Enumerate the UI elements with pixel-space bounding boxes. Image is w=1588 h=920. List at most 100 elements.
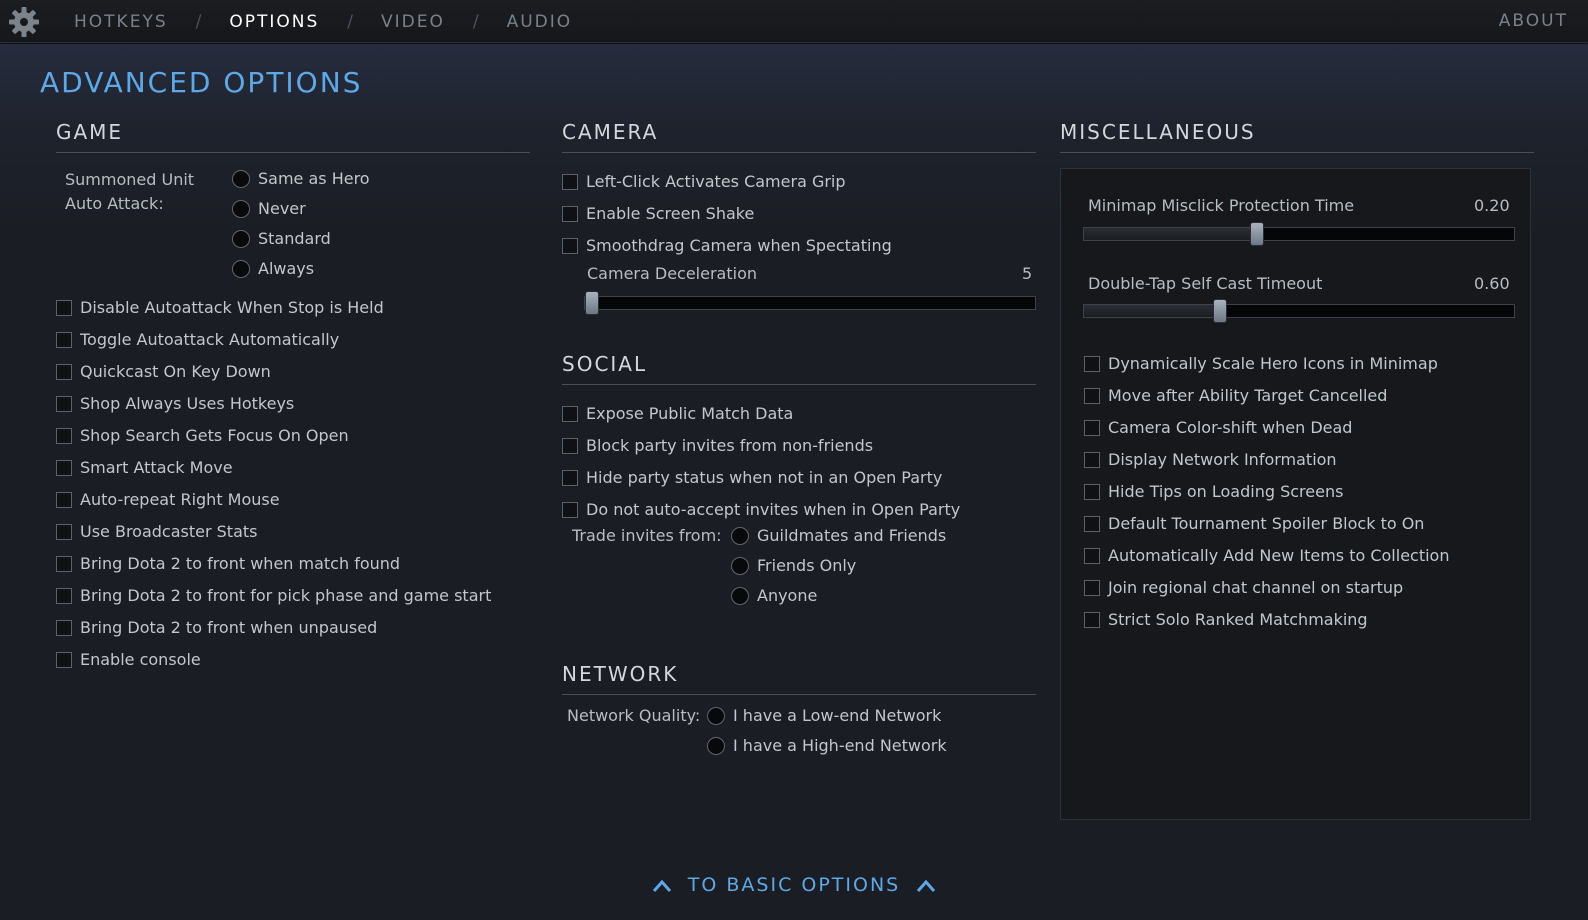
radio-button-icon[interactable] bbox=[731, 526, 749, 545]
camera-option-checkbox[interactable]: Left-Click Activates Camera Grip bbox=[562, 172, 846, 191]
game-option-checkbox[interactable]: Auto-repeat Right Mouse bbox=[56, 490, 280, 509]
checkbox-icon[interactable] bbox=[562, 437, 578, 454]
checkbox-icon[interactable] bbox=[56, 459, 72, 476]
trade-invites-option[interactable]: Friends Only bbox=[731, 556, 856, 575]
checkbox-icon[interactable] bbox=[56, 523, 72, 540]
misc-option-checkbox[interactable]: Dynamically Scale Hero Icons in Minimap bbox=[1084, 354, 1438, 373]
game-option-checkbox[interactable]: Bring Dota 2 to front when match found bbox=[56, 554, 400, 573]
game-option-checkbox[interactable]: Shop Always Uses Hotkeys bbox=[56, 394, 294, 413]
radio-button-icon[interactable] bbox=[232, 199, 250, 218]
trade-invites-label: Trade invites from: bbox=[572, 526, 722, 545]
slider-thumb[interactable] bbox=[585, 291, 599, 315]
trade-invites-option[interactable]: Guildmates and Friends bbox=[731, 526, 946, 545]
camera-option-checkbox[interactable]: Enable Screen Shake bbox=[562, 204, 754, 223]
radio-button-icon[interactable] bbox=[731, 556, 749, 575]
misc-option-checkbox[interactable]: Default Tournament Spoiler Block to On bbox=[1084, 514, 1424, 533]
camera-deceleration-label: Camera Deceleration bbox=[587, 264, 757, 283]
summoned-auto-attack-option[interactable]: Never bbox=[232, 199, 306, 218]
slider-thumb[interactable] bbox=[1250, 222, 1264, 246]
social-option-checkbox[interactable]: Do not auto-accept invites when in Open … bbox=[562, 500, 960, 519]
page-title: ADVANCED OPTIONS bbox=[40, 66, 363, 99]
game-option-checkbox[interactable]: Shop Search Gets Focus On Open bbox=[56, 426, 349, 445]
misc-option-checkbox[interactable]: Display Network Information bbox=[1084, 450, 1337, 469]
checkbox-icon[interactable] bbox=[1084, 515, 1100, 532]
slider-fill bbox=[1084, 228, 1257, 240]
checkbox-label: Bring Dota 2 to front when unpaused bbox=[80, 618, 378, 637]
game-section-title: GAME bbox=[56, 120, 530, 153]
radio-button-icon[interactable] bbox=[232, 259, 250, 278]
tab-hotkeys[interactable]: HOTKEYS bbox=[74, 12, 168, 32]
checkbox-icon[interactable] bbox=[56, 427, 72, 444]
minimap-misclick-slider[interactable] bbox=[1083, 222, 1515, 246]
network-quality-option[interactable]: I have a Low-end Network bbox=[707, 706, 941, 725]
radio-button-icon[interactable] bbox=[707, 706, 725, 725]
checkbox-label: Bring Dota 2 to front for pick phase and… bbox=[80, 586, 492, 605]
checkbox-icon[interactable] bbox=[56, 331, 72, 348]
radio-button-icon[interactable] bbox=[731, 586, 749, 605]
summoned-auto-attack-option[interactable]: Same as Hero bbox=[232, 169, 370, 188]
game-option-checkbox[interactable]: Disable Autoattack When Stop is Held bbox=[56, 298, 384, 317]
checkbox-label: Default Tournament Spoiler Block to On bbox=[1108, 514, 1425, 533]
misc-option-checkbox[interactable]: Move after Ability Target Cancelled bbox=[1084, 386, 1387, 405]
checkbox-icon[interactable] bbox=[56, 651, 72, 668]
to-basic-options-button[interactable]: TO BASIC OPTIONS bbox=[0, 874, 1588, 896]
radio-button-icon[interactable] bbox=[232, 229, 250, 248]
checkbox-icon[interactable] bbox=[1084, 547, 1100, 564]
checkbox-label: Enable console bbox=[80, 650, 201, 669]
radio-label: Never bbox=[258, 199, 306, 218]
tab-video[interactable]: VIDEO bbox=[381, 12, 445, 32]
summoned-auto-attack-option[interactable]: Always bbox=[232, 259, 314, 278]
game-option-checkbox[interactable]: Toggle Autoattack Automatically bbox=[56, 330, 339, 349]
misc-option-checkbox[interactable]: Camera Color-shift when Dead bbox=[1084, 418, 1352, 437]
game-option-checkbox[interactable]: Smart Attack Move bbox=[56, 458, 233, 477]
misc-option-checkbox[interactable]: Strict Solo Ranked Matchmaking bbox=[1084, 610, 1368, 629]
social-option-checkbox[interactable]: Block party invites from non-friends bbox=[562, 436, 873, 455]
tab-audio[interactable]: AUDIO bbox=[507, 12, 573, 32]
double-tap-slider[interactable] bbox=[1083, 299, 1515, 323]
checkbox-icon[interactable] bbox=[562, 205, 578, 222]
game-option-checkbox[interactable]: Bring Dota 2 to front when unpaused bbox=[56, 618, 377, 637]
checkbox-icon[interactable] bbox=[562, 501, 578, 518]
trade-invites-option[interactable]: Anyone bbox=[731, 586, 817, 605]
checkbox-icon[interactable] bbox=[56, 491, 72, 508]
camera-option-checkbox[interactable]: Smoothdrag Camera when Spectating bbox=[562, 236, 892, 255]
checkbox-icon[interactable] bbox=[562, 237, 578, 254]
checkbox-icon[interactable] bbox=[1084, 483, 1100, 500]
checkbox-icon[interactable] bbox=[56, 395, 72, 412]
checkbox-icon[interactable] bbox=[1084, 611, 1100, 628]
social-option-checkbox[interactable]: Hide party status when not in an Open Pa… bbox=[562, 468, 942, 487]
misc-option-checkbox[interactable]: Hide Tips on Loading Screens bbox=[1084, 482, 1343, 501]
slider-thumb[interactable] bbox=[1213, 299, 1227, 323]
radio-button-icon[interactable] bbox=[232, 169, 250, 188]
network-quality-option[interactable]: I have a High-end Network bbox=[707, 736, 947, 755]
checkbox-icon[interactable] bbox=[56, 555, 72, 572]
game-option-checkbox[interactable]: Use Broadcaster Stats bbox=[56, 522, 258, 541]
gear-icon[interactable] bbox=[8, 6, 40, 38]
checkbox-icon[interactable] bbox=[1084, 419, 1100, 436]
checkbox-icon[interactable] bbox=[562, 405, 578, 422]
tab-options[interactable]: OPTIONS bbox=[229, 12, 319, 32]
checkbox-icon[interactable] bbox=[56, 363, 72, 380]
game-option-checkbox[interactable]: Bring Dota 2 to front for pick phase and… bbox=[56, 586, 491, 605]
game-option-checkbox[interactable]: Quickcast On Key Down bbox=[56, 362, 271, 381]
game-option-checkbox[interactable]: Enable console bbox=[56, 650, 201, 669]
camera-deceleration-slider[interactable] bbox=[584, 291, 1036, 315]
checkbox-icon[interactable] bbox=[562, 469, 578, 486]
misc-option-checkbox[interactable]: Automatically Add New Items to Collectio… bbox=[1084, 546, 1449, 565]
checkbox-icon[interactable] bbox=[1084, 355, 1100, 372]
to-basic-options-label: TO BASIC OPTIONS bbox=[687, 874, 901, 896]
misc-option-checkbox[interactable]: Join regional chat channel on startup bbox=[1084, 578, 1403, 597]
checkbox-label: Hide Tips on Loading Screens bbox=[1108, 482, 1344, 501]
checkbox-icon[interactable] bbox=[1084, 579, 1100, 596]
about-link[interactable]: ABOUT bbox=[1499, 11, 1568, 31]
social-option-checkbox[interactable]: Expose Public Match Data bbox=[562, 404, 793, 423]
checkbox-icon[interactable] bbox=[1084, 451, 1100, 468]
checkbox-icon[interactable] bbox=[56, 619, 72, 636]
checkbox-label: Block party invites from non-friends bbox=[586, 436, 874, 455]
summoned-auto-attack-option[interactable]: Standard bbox=[232, 229, 331, 248]
checkbox-icon[interactable] bbox=[562, 173, 578, 190]
checkbox-icon[interactable] bbox=[1084, 387, 1100, 404]
radio-button-icon[interactable] bbox=[707, 736, 725, 755]
checkbox-icon[interactable] bbox=[56, 299, 72, 316]
checkbox-icon[interactable] bbox=[56, 587, 72, 604]
